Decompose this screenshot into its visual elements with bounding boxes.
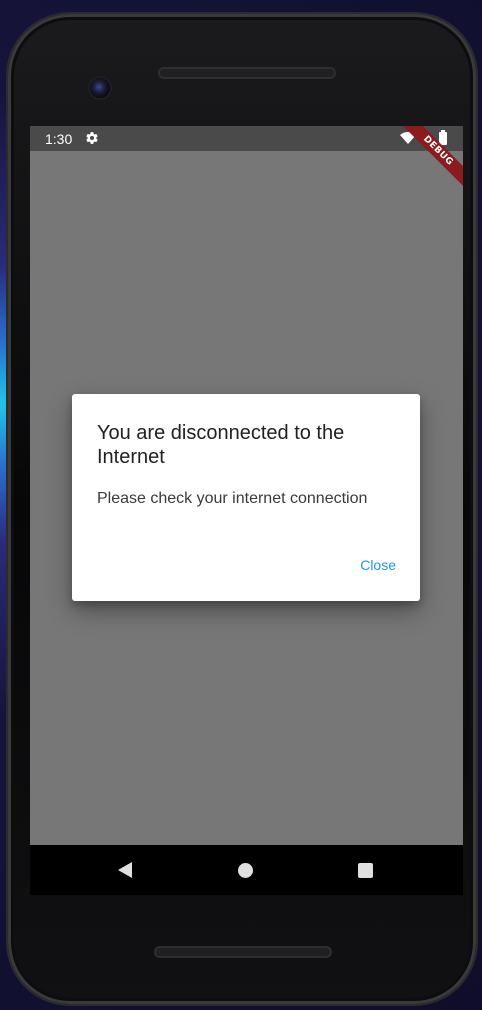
gear-icon	[86, 132, 98, 144]
front-camera-icon	[90, 78, 110, 98]
status-time: 1:30	[45, 131, 73, 147]
dialog-title: You are disconnected to the Internet	[97, 422, 345, 468]
device-frame-background: 1:30 DEBUG You are disconnected to the I…	[0, 0, 482, 1010]
home-icon[interactable]	[238, 863, 253, 878]
app-screen: 1:30 DEBUG You are disconnected to the I…	[30, 126, 463, 845]
back-icon[interactable]	[118, 862, 132, 878]
proximity-sensor	[230, 36, 262, 46]
earpiece-speaker	[158, 67, 336, 79]
navigation-bar	[30, 845, 463, 895]
disconnected-dialog: You are disconnected to the Internet Ple…	[72, 394, 420, 601]
close-button[interactable]: Close	[360, 557, 396, 573]
status-bar: 1:30 DEBUG	[30, 126, 463, 195]
bottom-speaker	[154, 946, 332, 958]
dialog-message: Please check your internet connection	[97, 490, 368, 507]
recents-icon[interactable]	[358, 863, 373, 878]
